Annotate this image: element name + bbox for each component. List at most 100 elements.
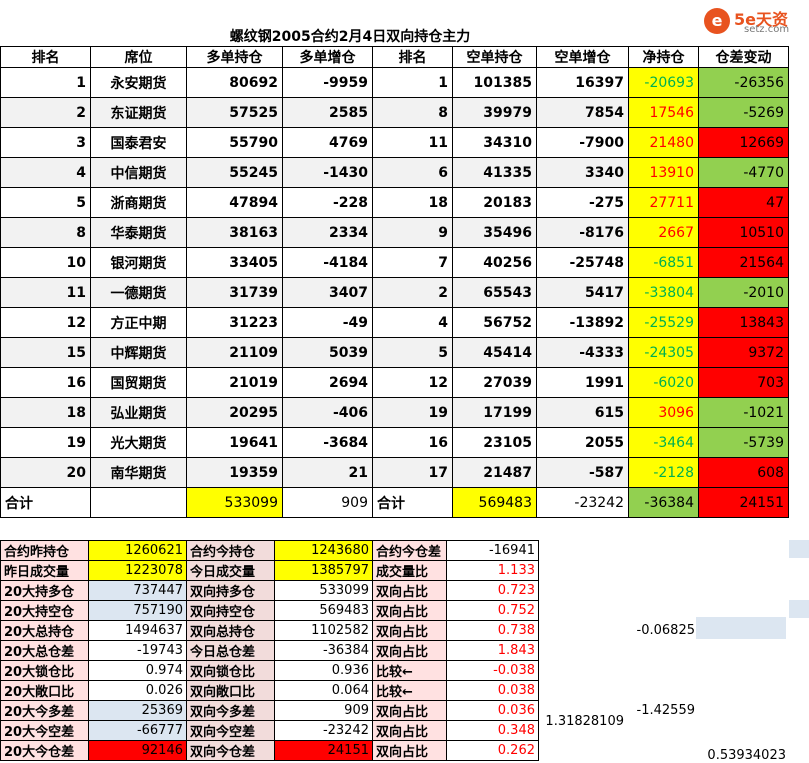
stat-extra[interactable]: [539, 601, 699, 621]
net-cell[interactable]: 2667: [628, 217, 699, 248]
stat-label[interactable]: 比较←: [372, 660, 447, 681]
rank-cell[interactable]: 1: [0, 67, 91, 98]
stat-value[interactable]: 1260621: [88, 540, 187, 561]
rank-cell[interactable]: 10: [0, 247, 91, 278]
stat-label[interactable]: 双向占比: [372, 620, 447, 641]
stat-value[interactable]: 24151: [274, 740, 373, 761]
stat-value[interactable]: 0.723: [446, 580, 539, 601]
stat-value[interactable]: 0.974: [88, 660, 187, 681]
stat-label[interactable]: 合约今仓差: [372, 540, 447, 561]
net-cell[interactable]: 27711: [628, 187, 699, 218]
short-cell[interactable]: 41335: [452, 157, 537, 188]
stat-value[interactable]: 1102582: [274, 620, 373, 641]
long-change-cell[interactable]: -4184: [282, 247, 373, 278]
rank-cell[interactable]: 12: [0, 307, 91, 338]
rank-short-cell[interactable]: 17: [372, 457, 453, 488]
diff-cell[interactable]: -5739: [698, 427, 789, 458]
stat-value[interactable]: -0.038: [446, 660, 539, 681]
short-change-cell[interactable]: -275: [536, 187, 629, 218]
stat-label[interactable]: 20大今仓差: [0, 740, 89, 761]
diff-cell[interactable]: -5269: [698, 97, 789, 128]
rank-short-cell[interactable]: 7: [372, 247, 453, 278]
stat-value[interactable]: -19743: [88, 640, 187, 661]
stat-value[interactable]: -66777: [88, 720, 187, 741]
stat-extra[interactable]: [539, 541, 699, 561]
stat-value[interactable]: 0.936: [274, 660, 373, 681]
stat-value[interactable]: 0.262: [446, 740, 539, 761]
net-cell[interactable]: 13910: [628, 157, 699, 188]
stat-value[interactable]: 0.752: [446, 600, 539, 621]
long-change-cell[interactable]: 21: [282, 457, 373, 488]
short-cell[interactable]: 40256: [452, 247, 537, 278]
stat-label[interactable]: 双向敞口比: [186, 680, 275, 701]
rank-short-cell[interactable]: 9: [372, 217, 453, 248]
long-cell[interactable]: 20295: [186, 397, 283, 428]
long-cell[interactable]: 55245: [186, 157, 283, 188]
stat-value[interactable]: 0.038: [446, 680, 539, 701]
long-change-cell[interactable]: -1430: [282, 157, 373, 188]
stat-label[interactable]: 合约昨持仓: [0, 540, 89, 561]
short-change-cell[interactable]: -7900: [536, 127, 629, 158]
stat-label[interactable]: 成交量比: [372, 560, 447, 581]
header-diff[interactable]: 仓差变动: [698, 46, 789, 68]
long-cell[interactable]: 57525: [186, 97, 283, 128]
short-cell[interactable]: 17199: [452, 397, 537, 428]
short-cell[interactable]: 34310: [452, 127, 537, 158]
stat-value[interactable]: -16941: [446, 540, 539, 561]
stat-label[interactable]: 20大敞口比: [0, 680, 89, 701]
diff-cell[interactable]: 12669: [698, 127, 789, 158]
stat-value[interactable]: 0.738: [446, 620, 539, 641]
stat-label[interactable]: 双向今空差: [186, 720, 275, 741]
stat-label[interactable]: 20大持空仓: [0, 600, 89, 621]
rank-short-cell[interactable]: 8: [372, 97, 453, 128]
stat-extra[interactable]: [539, 561, 699, 581]
total-long[interactable]: 533099: [186, 487, 283, 518]
stat-extra[interactable]: [539, 741, 699, 761]
header-short-change[interactable]: 空单增仓: [536, 46, 629, 68]
rank-short-cell[interactable]: 12: [372, 367, 453, 398]
extra-value-1[interactable]: 1.31828109: [540, 714, 624, 729]
stat-label[interactable]: 20大持多仓: [0, 580, 89, 601]
rank-short-cell[interactable]: 2: [372, 277, 453, 308]
net-cell[interactable]: -3464: [628, 427, 699, 458]
seat-cell[interactable]: 永安期货: [90, 67, 187, 98]
stat-value[interactable]: 1223078: [88, 560, 187, 581]
long-change-cell[interactable]: -3684: [282, 427, 373, 458]
net-cell[interactable]: -25529: [628, 307, 699, 338]
total-net[interactable]: -36384: [628, 487, 699, 518]
short-change-cell[interactable]: 7854: [536, 97, 629, 128]
header-seat[interactable]: 席位: [90, 46, 187, 68]
diff-cell[interactable]: 608: [698, 457, 789, 488]
rank-short-cell[interactable]: 6: [372, 157, 453, 188]
total-label[interactable]: 合计: [0, 487, 91, 518]
seat-cell[interactable]: 国贸期货: [90, 367, 187, 398]
long-cell[interactable]: 21019: [186, 367, 283, 398]
stat-value[interactable]: 909: [274, 700, 373, 721]
diff-cell[interactable]: -2010: [698, 277, 789, 308]
rank-cell[interactable]: 3: [0, 127, 91, 158]
long-cell[interactable]: 31739: [186, 277, 283, 308]
header-long-change[interactable]: 多单增仓: [282, 46, 373, 68]
short-change-cell[interactable]: -8176: [536, 217, 629, 248]
seat-cell[interactable]: 南华期货: [90, 457, 187, 488]
rank-cell[interactable]: 19: [0, 427, 91, 458]
diff-cell[interactable]: 703: [698, 367, 789, 398]
seat-cell[interactable]: 弘业期货: [90, 397, 187, 428]
net-cell[interactable]: -6851: [628, 247, 699, 278]
short-cell[interactable]: 27039: [452, 367, 537, 398]
stat-label[interactable]: 双向今多差: [186, 700, 275, 721]
rank-cell[interactable]: 11: [0, 277, 91, 308]
long-change-cell[interactable]: 3407: [282, 277, 373, 308]
stat-label[interactable]: 双向占比: [372, 640, 447, 661]
rank-short-cell[interactable]: 11: [372, 127, 453, 158]
rank-short-cell[interactable]: 1: [372, 67, 453, 98]
seat-cell[interactable]: 浙商期货: [90, 187, 187, 218]
seat-cell[interactable]: 银河期货: [90, 247, 187, 278]
short-change-cell[interactable]: 615: [536, 397, 629, 428]
net-cell[interactable]: 3096: [628, 397, 699, 428]
short-change-cell[interactable]: 1991: [536, 367, 629, 398]
stat-label[interactable]: 20大今空差: [0, 720, 89, 741]
net-cell[interactable]: -2128: [628, 457, 699, 488]
long-change-cell[interactable]: 2694: [282, 367, 373, 398]
seat-cell[interactable]: 中辉期货: [90, 337, 187, 368]
